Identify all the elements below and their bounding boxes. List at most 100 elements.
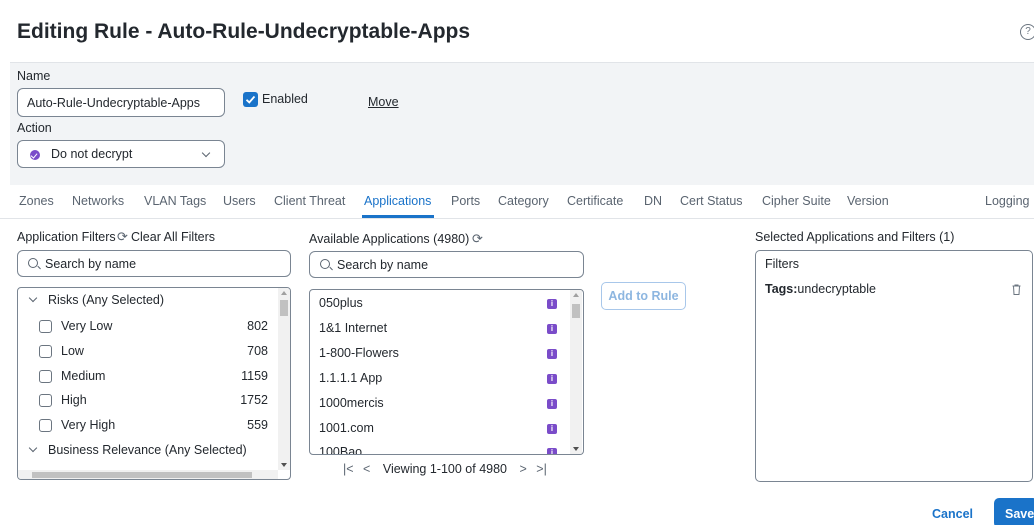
move-link[interactable]: Move xyxy=(368,95,399,109)
scroll-down-arrow[interactable] xyxy=(281,463,287,467)
scroll-thumb[interactable] xyxy=(32,472,252,478)
filter-item-count: 708 xyxy=(247,344,268,358)
info-icon[interactable]: i xyxy=(547,399,557,409)
apps-search-input[interactable]: Search by name xyxy=(309,251,584,278)
filters-heading: Application Filters xyxy=(17,230,116,244)
apps-scrollbar[interactable] xyxy=(570,290,582,454)
selected-tag-item: Tags:undecryptable xyxy=(765,282,876,296)
selected-heading: Selected Applications and Filters (1) xyxy=(755,230,955,244)
last-page-icon[interactable]: >| xyxy=(536,462,547,476)
tab-applications[interactable]: Applications xyxy=(364,194,431,208)
filter-item-label: High xyxy=(61,393,87,407)
scroll-thumb[interactable] xyxy=(280,300,288,316)
app-list-item[interactable]: 1000mercis xyxy=(319,396,384,410)
app-list-item[interactable]: 100Bao xyxy=(319,445,362,454)
app-list-item[interactable]: 1&1 Internet xyxy=(319,321,387,335)
chevron-down-icon[interactable] xyxy=(28,293,38,303)
clear-all-filters-link[interactable]: Clear All Filters xyxy=(131,230,215,244)
tab-ports[interactable]: Ports xyxy=(451,194,480,208)
available-apps-list[interactable]: 050plus i 1&1 Internet i 1-800-Flowers i… xyxy=(309,289,584,455)
action-select[interactable]: Do not decrypt xyxy=(17,140,225,168)
tab-users[interactable]: Users xyxy=(223,194,256,208)
selected-list: Filters Tags:undecryptable xyxy=(755,250,1033,482)
check-icon xyxy=(245,95,256,104)
apps-search-placeholder: Search by name xyxy=(337,258,429,272)
cancel-button[interactable]: Cancel xyxy=(932,507,973,521)
info-icon[interactable]: i xyxy=(547,448,557,454)
tab-version[interactable]: Version xyxy=(847,194,889,208)
filter-item-count: 802 xyxy=(247,319,268,333)
trash-icon[interactable] xyxy=(1012,283,1021,295)
scroll-up-arrow[interactable] xyxy=(281,291,287,295)
add-to-rule-button[interactable]: Add to Rule xyxy=(601,282,686,310)
search-icon xyxy=(320,259,330,269)
action-label: Action xyxy=(17,121,52,135)
name-label: Name xyxy=(17,69,51,83)
risk-low-checkbox[interactable] xyxy=(39,345,52,358)
filter-group-business-relevance[interactable]: Business Relevance (Any Selected) xyxy=(48,443,247,457)
pager: |< < Viewing 1-100 of 4980 > >| xyxy=(343,462,547,476)
selected-tag-key: Tags: xyxy=(765,282,798,296)
chevron-down-icon xyxy=(201,148,211,158)
filters-horizontal-scrollbar[interactable] xyxy=(18,470,278,479)
next-page-icon[interactable]: > xyxy=(519,462,526,476)
tab-vlan-tags[interactable]: VLAN Tags xyxy=(144,194,206,208)
scroll-thumb[interactable] xyxy=(572,304,580,318)
info-icon[interactable]: i xyxy=(547,324,557,334)
filter-item-label: Medium xyxy=(61,369,106,383)
available-apps-heading: Available Applications (4980) xyxy=(309,232,470,246)
info-icon[interactable]: i xyxy=(547,374,557,384)
app-list-item[interactable]: 1.1.1.1 App xyxy=(319,371,382,385)
action-select-value: Do not decrypt xyxy=(51,147,133,161)
refresh-icon[interactable]: ⟳ xyxy=(472,231,483,247)
search-icon xyxy=(28,258,38,268)
tab-category[interactable]: Category xyxy=(498,194,549,208)
pager-text: Viewing 1-100 of 4980 xyxy=(382,462,507,476)
scroll-down-arrow[interactable] xyxy=(573,447,579,451)
chevron-down-icon[interactable] xyxy=(28,443,38,453)
tab-bar: Zones Networks VLAN Tags Users Client Th… xyxy=(0,185,1034,219)
info-icon[interactable]: i xyxy=(547,349,557,359)
tab-certificate[interactable]: Certificate xyxy=(567,194,623,208)
filter-item-count: 559 xyxy=(247,418,268,432)
filters-search-placeholder: Search by name xyxy=(45,257,137,271)
app-list-item[interactable]: 1001.com xyxy=(319,421,374,435)
tab-cipher-suite[interactable]: Cipher Suite xyxy=(762,194,831,208)
filter-item-count: 1752 xyxy=(240,393,268,407)
enabled-label: Enabled xyxy=(262,92,308,106)
risk-very-low-checkbox[interactable] xyxy=(39,320,52,333)
filters-scrollbar[interactable] xyxy=(278,288,290,470)
tab-networks[interactable]: Networks xyxy=(72,194,124,208)
filter-group-risks[interactable]: Risks (Any Selected) xyxy=(48,293,164,307)
app-list-item[interactable]: 1-800-Flowers xyxy=(319,346,399,360)
filters-list[interactable]: Risks (Any Selected) Very Low 802 Low 70… xyxy=(17,287,291,480)
help-icon[interactable]: ? xyxy=(1020,24,1034,40)
filter-item-label: Low xyxy=(61,344,84,358)
risk-very-high-checkbox[interactable] xyxy=(39,419,52,432)
tab-cert-status[interactable]: Cert Status xyxy=(680,194,743,208)
filters-search-input[interactable]: Search by name xyxy=(17,250,291,277)
check-circle-icon xyxy=(30,150,40,160)
active-tab-indicator xyxy=(362,215,434,218)
tab-client-threat[interactable]: Client Threat xyxy=(274,194,345,208)
tab-zones[interactable]: Zones xyxy=(19,194,54,208)
filter-item-label: Very High xyxy=(61,418,116,432)
first-page-icon[interactable]: |< xyxy=(343,462,354,476)
filter-item-count: 1159 xyxy=(241,369,268,383)
selected-tag-value: undecryptable xyxy=(797,282,876,296)
enabled-checkbox[interactable] xyxy=(243,92,258,107)
selected-filters-label: Filters xyxy=(765,257,800,271)
save-button[interactable]: Save xyxy=(994,498,1034,525)
name-input[interactable]: Auto-Rule-Undecryptable-Apps xyxy=(17,88,225,117)
refresh-icon[interactable]: ⟳ xyxy=(117,229,128,245)
risk-high-checkbox[interactable] xyxy=(39,394,52,407)
tab-logging[interactable]: Logging xyxy=(985,194,1030,208)
info-icon[interactable]: i xyxy=(547,299,557,309)
prev-page-icon[interactable]: < xyxy=(363,462,370,476)
app-list-item[interactable]: 050plus xyxy=(319,296,363,310)
risk-medium-checkbox[interactable] xyxy=(39,370,52,383)
page-title: Editing Rule - Auto-Rule-Undecryptable-A… xyxy=(17,20,471,43)
tab-dn[interactable]: DN xyxy=(644,194,662,208)
scroll-up-arrow[interactable] xyxy=(573,293,579,297)
info-icon[interactable]: i xyxy=(547,424,557,434)
